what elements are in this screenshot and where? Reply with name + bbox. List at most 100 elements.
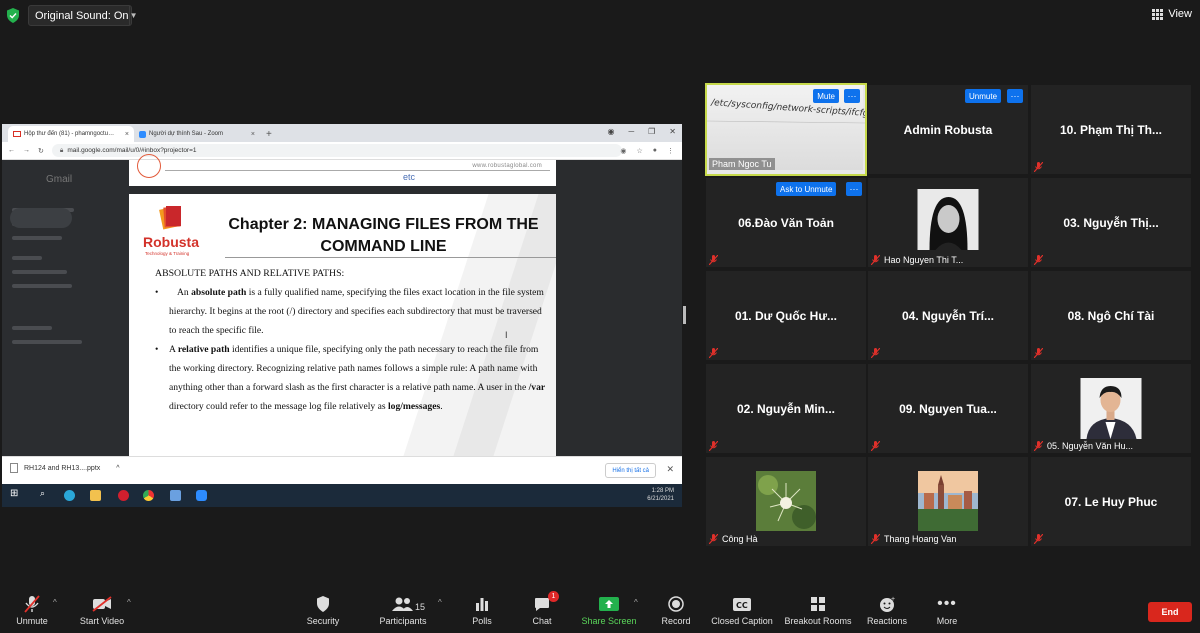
participant-tile[interactable]: 01. Dư Quốc Hư... <box>706 271 866 360</box>
chat-label: Chat <box>532 616 552 626</box>
participant-tile[interactable]: 08. Ngô Chí Tài <box>1031 271 1191 360</box>
search-icon[interactable]: ⌕ <box>40 488 51 499</box>
muted-mic-icon <box>871 441 880 451</box>
term-relative-path: relative path <box>177 344 230 355</box>
participant-tile[interactable]: Công Hà <box>706 457 866 546</box>
shield-icon[interactable] <box>6 8 20 23</box>
forward-icon[interactable]: → <box>23 147 30 154</box>
participant-name-label: Pham Ngoc Tu <box>709 158 775 170</box>
windows-taskbar: ⊞ ⌕ 1:28 PM 6/21/2021 <box>2 484 682 507</box>
header-circle-decoration <box>137 154 161 178</box>
unmute-button[interactable]: Unmute <box>965 89 1002 103</box>
browser-tab-gmail[interactable]: Hộp thư đến (81) - phamngoctu… × <box>8 126 134 142</box>
show-all-downloads-button[interactable]: Hiển thị tất cả <box>605 463 656 478</box>
closed-caption-label: Closed Caption <box>711 616 773 626</box>
view-button[interactable]: View <box>1152 8 1192 20</box>
participant-tile[interactable]: 07. Le Huy Phuc <box>1031 457 1191 546</box>
participant-tile[interactable]: 04. Nguyễn Trí... <box>868 271 1028 360</box>
participants-options-caret[interactable]: ^ <box>438 598 442 607</box>
participant-avatar-photo <box>917 189 979 250</box>
unmute-toolbar-button[interactable]: Unmute <box>0 594 68 626</box>
slide-body: ABSOLUTE PATHS AND RELATIVE PATHS: An ab… <box>155 264 551 416</box>
scroll-thumb[interactable] <box>683 306 686 324</box>
logo-name: Robusta <box>143 234 199 250</box>
participant-tile[interactable]: 05. Nguyễn Văn Hu... <box>1031 364 1191 453</box>
close-window-icon[interactable]: ✕ <box>669 127 676 136</box>
more-options-button[interactable]: ··· <box>844 89 860 103</box>
browser-tab-zoom[interactable]: Người dự thính Sau - Zoom × <box>134 126 260 142</box>
ask-to-unmute-button[interactable]: Ask to Unmute <box>776 182 837 196</box>
chevron-down-icon[interactable]: ▼ <box>128 6 137 25</box>
participants-count: 15 <box>415 602 426 612</box>
security-button[interactable]: Security <box>287 594 359 626</box>
text-cursor-icon: I <box>505 330 508 340</box>
reload-icon[interactable]: ↻ <box>38 147 44 155</box>
original-sound-toggle[interactable]: Original Sound: On ▼ <box>28 5 137 26</box>
menu-icon[interactable]: ⋮ <box>667 147 674 155</box>
url-field[interactable]: 🔒︎ mail.google.com/mail/u/0/#inbox?proje… <box>51 144 622 157</box>
more-options-button[interactable]: ··· <box>846 182 862 196</box>
participant-tile[interactable]: 10. Phạm Thị Th... <box>1031 85 1191 174</box>
profile-avatar[interactable]: ● <box>653 147 657 155</box>
back-icon[interactable]: ← <box>8 147 15 154</box>
close-download-bar-icon[interactable]: ✕ <box>666 464 674 475</box>
breakout-rooms-button[interactable]: Breakout Rooms <box>782 594 854 626</box>
participant-tile[interactable]: Ask to Unmute ··· 06.Đào Văn Toản <box>706 178 866 267</box>
clock: 1:28 PM 6/21/2021 <box>647 487 674 503</box>
muted-mic-icon <box>709 441 718 451</box>
minimize-icon[interactable]: ─ <box>628 127 634 136</box>
participant-tile[interactable]: Unmute ··· Admin Robusta <box>868 85 1028 174</box>
windows-start-icon[interactable]: ⊞ <box>10 488 21 499</box>
participant-tile[interactable]: Hao Nguyen Thi T... <box>868 178 1028 267</box>
audio-options-caret[interactable]: ^ <box>53 598 57 607</box>
zoom-taskbar-icon[interactable] <box>196 490 207 501</box>
file-explorer-icon[interactable] <box>90 490 101 501</box>
close-tab-icon[interactable]: × <box>125 131 129 138</box>
mic-off-icon <box>0 594 68 614</box>
closed-caption-button[interactable]: CC Closed Caption <box>706 594 778 626</box>
star-icon[interactable]: ☆ <box>636 147 642 155</box>
chevron-up-icon[interactable]: ^ <box>116 465 119 472</box>
chat-unread-badge: 1 <box>548 591 559 602</box>
grid-view-icon <box>1152 8 1164 20</box>
header-site: www.robustaglobal.com <box>472 163 542 169</box>
more-options-button[interactable]: ··· <box>1007 89 1023 103</box>
logo-tagline: Technology & Training <box>145 251 190 256</box>
muted-mic-icon <box>1034 534 1043 544</box>
participant-tile[interactable]: 02. Nguyễn Min... <box>706 364 866 453</box>
more-button[interactable]: ••• More <box>911 594 983 626</box>
muted-mic-icon <box>871 255 880 265</box>
chrome-icon[interactable] <box>143 490 154 501</box>
participant-tile[interactable]: 03. Nguyễn Thị... <box>1031 178 1191 267</box>
chat-button[interactable]: 1 Chat <box>506 591 578 626</box>
share-options-caret[interactable]: ^ <box>634 598 638 607</box>
tab-label: Hộp thư đến (81) - phamngoctu… <box>24 131 115 137</box>
security-label: Security <box>306 616 340 626</box>
compose-button[interactable] <box>10 208 72 228</box>
muted-mic-icon <box>1034 348 1043 358</box>
lock-icon: 🔒︎ <box>59 146 64 154</box>
participant-tile[interactable]: Thang Hoang Van <box>868 457 1028 546</box>
network-icon[interactable] <box>170 490 181 501</box>
city-photo-icon <box>918 471 978 531</box>
opera-icon[interactable] <box>118 490 129 501</box>
participants-button[interactable]: 15 Participants <box>367 594 439 626</box>
mute-button[interactable]: Mute <box>813 89 839 103</box>
browser-tab-strip: Hộp thư đến (81) - phamngoctu… × Người d… <box>2 124 682 142</box>
video-options-caret[interactable]: ^ <box>127 598 131 607</box>
edge-icon[interactable] <box>64 490 75 501</box>
maximize-icon[interactable]: ❐ <box>648 127 655 136</box>
close-tab-icon[interactable]: × <box>251 131 255 138</box>
record-button[interactable]: Record <box>640 594 712 626</box>
eye-icon[interactable]: ◉ <box>620 147 626 155</box>
download-filename: RH124 and RH13....pptx <box>24 464 101 472</box>
participant-tile[interactable]: 09. Nguyen Tua... <box>868 364 1028 453</box>
end-meeting-button[interactable]: End <box>1148 602 1192 622</box>
participant-avatar-photo <box>1080 378 1142 439</box>
new-tab-button[interactable]: + <box>266 129 272 142</box>
download-item[interactable]: RH124 and RH13....pptx ^ <box>10 463 120 473</box>
address-bar-row: ← → ↻ 🔒︎ mail.google.com/mail/u/0/#inbox… <box>2 142 682 160</box>
participant-avatar-photo <box>918 471 978 531</box>
participant-tile-speaker[interactable]: /etc/sysconfig/network-scripts/ifcfg-eth… <box>705 83 867 176</box>
header-etc: etc <box>403 172 416 182</box>
